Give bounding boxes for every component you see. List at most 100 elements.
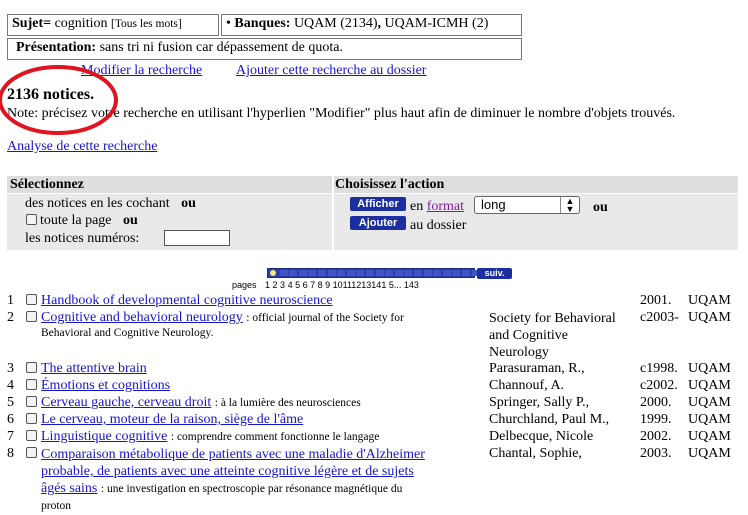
result-title-block: Cerveau gauche, cerveau droit : à la lum… bbox=[41, 395, 361, 410]
result-date: c1998. bbox=[640, 361, 678, 376]
result-date: c2003- bbox=[640, 310, 679, 325]
page-segment[interactable] bbox=[452, 270, 461, 276]
format-link[interactable]: format bbox=[427, 199, 464, 214]
result-checkbox[interactable] bbox=[26, 430, 37, 441]
result-title-link[interactable]: Le cerveau, moteur de la raison, siège d… bbox=[41, 412, 303, 428]
page-segment[interactable] bbox=[442, 270, 451, 276]
result-title-link[interactable]: âgés sains bbox=[41, 481, 97, 496]
page-segment[interactable] bbox=[385, 270, 394, 276]
result-checkbox[interactable] bbox=[26, 379, 37, 390]
select-whole-page: toute la page ou bbox=[26, 213, 138, 229]
result-row: 2 bbox=[7, 310, 14, 325]
result-bank: UQAM bbox=[688, 446, 731, 461]
show-button[interactable]: Afficher bbox=[350, 197, 406, 211]
page-segment[interactable] bbox=[462, 270, 470, 276]
page-segment[interactable] bbox=[366, 270, 374, 276]
select-numbers: les notices numéros: bbox=[25, 231, 140, 246]
subject-scope: [Tous les mots] bbox=[110, 18, 182, 30]
page-segment[interactable] bbox=[356, 270, 365, 276]
chevron-updown-icon: ▲ ▼ bbox=[560, 197, 579, 214]
page-segment[interactable] bbox=[394, 270, 403, 276]
page-segment[interactable] bbox=[308, 270, 317, 276]
result-bank: UQAM bbox=[688, 395, 731, 410]
result-title-block: Cognitive and behavioral neurology : off… bbox=[41, 310, 404, 325]
result-bank: UQAM bbox=[688, 310, 731, 325]
page-segment[interactable] bbox=[279, 270, 288, 276]
result-date: 2000. bbox=[640, 395, 672, 410]
result-date: 2003. bbox=[640, 446, 672, 461]
result-author: Channouf, A. bbox=[489, 378, 565, 393]
page-segment[interactable] bbox=[318, 270, 326, 276]
result-checkbox[interactable] bbox=[26, 294, 37, 305]
subject-value: cognition bbox=[54, 16, 108, 31]
result-author: Springer, Sally P., bbox=[489, 395, 590, 410]
page-segment[interactable] bbox=[423, 270, 432, 276]
notice-numbers-input[interactable] bbox=[164, 230, 230, 246]
to-folder-text: au dossier bbox=[410, 218, 467, 233]
result-date: 2001. bbox=[640, 293, 672, 308]
result-author: Society for Behavioral and Cognitive Neu… bbox=[489, 311, 616, 360]
result-title-link[interactable]: Émotions et cognitions bbox=[41, 378, 170, 394]
presentation-value: sans tri ni fusion car dépassement de qu… bbox=[99, 40, 343, 55]
result-row: 4 bbox=[7, 378, 14, 393]
result-author: Parasuraman, R., bbox=[489, 361, 585, 376]
result-checkbox[interactable] bbox=[26, 447, 37, 458]
result-bank: UQAM bbox=[688, 378, 731, 393]
format-select[interactable]: long ▲ ▼ bbox=[474, 196, 580, 214]
result-row: 6 bbox=[7, 412, 14, 427]
result-row: 8 bbox=[7, 446, 14, 461]
page-segment[interactable] bbox=[404, 270, 413, 276]
page-segment[interactable] bbox=[327, 270, 336, 276]
page-segment[interactable] bbox=[375, 270, 384, 276]
page-segment[interactable] bbox=[346, 270, 355, 276]
result-title-block: Comparaison métabolique de patients avec… bbox=[41, 447, 425, 512]
selection-header: Sélectionnez bbox=[10, 177, 84, 192]
result-bank: UQAM bbox=[688, 361, 731, 376]
annotation-circle-icon bbox=[0, 65, 118, 135]
result-bank: UQAM bbox=[688, 412, 731, 427]
result-checkbox[interactable] bbox=[26, 396, 37, 407]
result-checkbox[interactable] bbox=[26, 311, 37, 322]
page-numbers: pages 1 2 3 4 5 6 7 8 9 10111213141 5...… bbox=[232, 280, 419, 290]
current-page-marker-icon bbox=[270, 270, 276, 276]
page-segment[interactable] bbox=[289, 270, 298, 276]
page-segment[interactable] bbox=[337, 270, 346, 276]
add-search-to-folder-link[interactable]: Ajouter cette recherche au dossier bbox=[236, 63, 426, 79]
page-segment[interactable] bbox=[433, 270, 442, 276]
result-title-link[interactable]: Comparaison métabolique de patients avec… bbox=[41, 447, 425, 462]
query-subject: Sujet= cognition [Tous les mots] bbox=[12, 16, 182, 32]
result-date: 1999. bbox=[640, 412, 672, 427]
whole-page-checkbox[interactable] bbox=[26, 214, 37, 225]
show-format-row: en format bbox=[410, 199, 465, 214]
page-segment[interactable] bbox=[298, 270, 307, 276]
result-title-link[interactable]: The attentive brain bbox=[41, 361, 147, 377]
result-row: 7 bbox=[7, 429, 14, 444]
result-author: Churchland, Paul M., bbox=[489, 412, 610, 427]
result-title-link[interactable]: Cognitive and behavioral neurology bbox=[41, 310, 243, 325]
result-author: Delbecque, Nicole bbox=[489, 429, 594, 444]
result-title-link[interactable]: probable, de patients avec une atteinte … bbox=[41, 464, 414, 479]
bullet: • bbox=[226, 16, 231, 31]
result-title-link[interactable]: Handbook of developmental cognitive neur… bbox=[41, 293, 333, 309]
page-navigation-bar[interactable] bbox=[267, 268, 480, 278]
result-checkbox[interactable] bbox=[26, 413, 37, 424]
result-subtitle: Behavioral and Cognitive Neurology. bbox=[41, 327, 214, 339]
result-author: Chantal, Sophie, bbox=[489, 446, 582, 461]
next-page-button[interactable]: suiv. bbox=[477, 268, 512, 279]
subject-label: Sujet= bbox=[12, 16, 52, 31]
action-header: Choisissez l'action bbox=[335, 177, 445, 192]
result-checkbox[interactable] bbox=[26, 362, 37, 373]
query-banks: • Banques: UQAM (2134), UQAM-ICMH (2) bbox=[226, 16, 489, 31]
result-bank: UQAM bbox=[688, 429, 731, 444]
result-title-link[interactable]: Linguistique cognitive bbox=[41, 429, 167, 444]
search-analysis-link[interactable]: Analyse de cette recherche bbox=[7, 139, 157, 155]
result-title-link[interactable]: Cerveau gauche, cerveau droit bbox=[41, 395, 211, 410]
presentation-label: Présentation: bbox=[16, 40, 97, 55]
result-date: c2002. bbox=[640, 378, 678, 393]
page-segment[interactable] bbox=[414, 270, 422, 276]
bank-2: UQAM-ICMH (2) bbox=[384, 16, 489, 31]
action-or: ou bbox=[593, 200, 608, 215]
add-button[interactable]: Ajouter bbox=[350, 216, 406, 230]
presentation: Présentation: sans tri ni fusion car dép… bbox=[16, 40, 343, 56]
select-checked: des notices en les cochant ou bbox=[25, 196, 196, 211]
